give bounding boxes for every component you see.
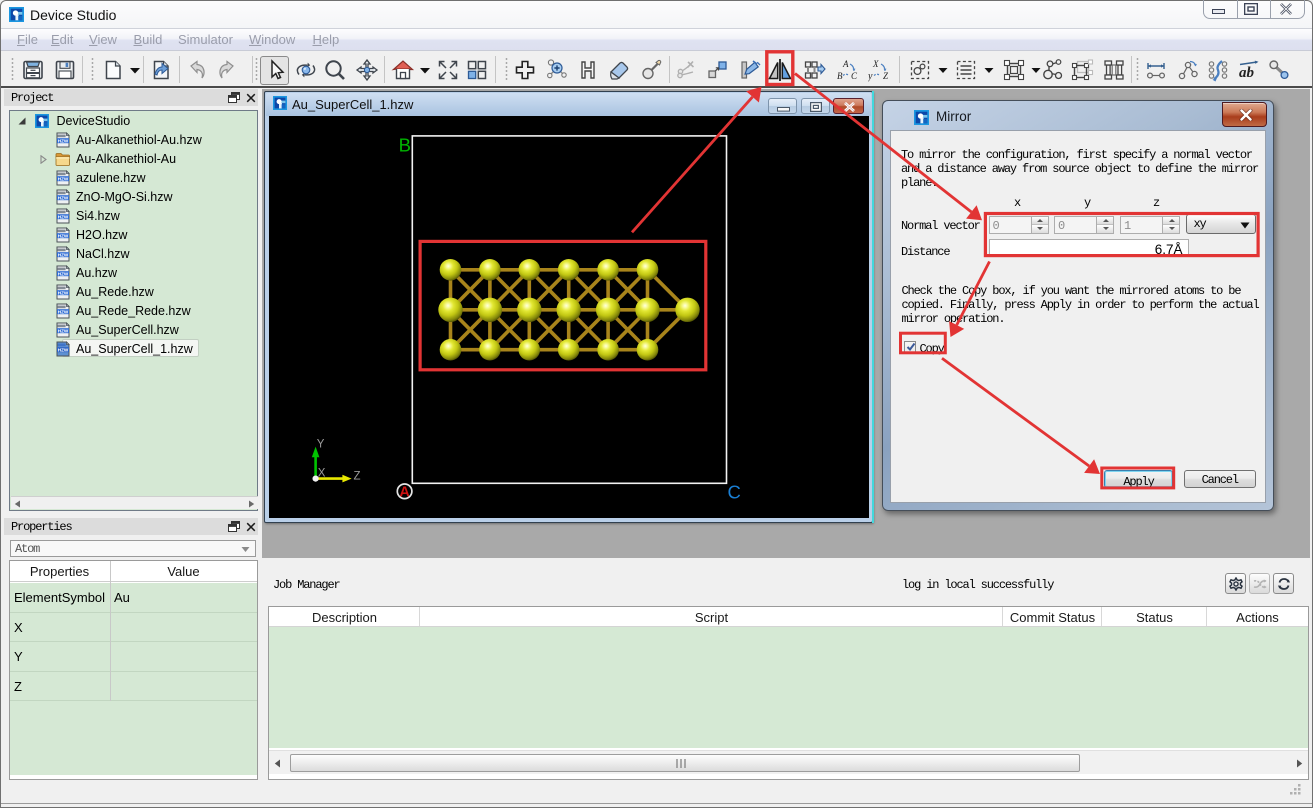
- svg-text:C: C: [851, 71, 858, 81]
- svg-text:HZW: HZW: [57, 138, 68, 143]
- svg-text:Y: Y: [317, 439, 325, 451]
- svg-text:C: C: [728, 482, 741, 503]
- svg-text:HZW: HZW: [57, 309, 68, 314]
- svg-text:y: y: [868, 71, 873, 82]
- svg-text:HZW: HZW: [57, 233, 68, 238]
- svg-text:B: B: [399, 134, 411, 155]
- svg-text:X: X: [872, 59, 879, 69]
- svg-text:HZW: HZW: [57, 214, 68, 219]
- svg-text:HZW: HZW: [57, 290, 68, 295]
- svg-text:HZW: HZW: [57, 271, 68, 276]
- svg-text:Z: Z: [354, 471, 361, 483]
- svg-text:A: A: [842, 59, 849, 69]
- svg-text:B: B: [837, 71, 843, 81]
- svg-text:Z: Z: [883, 71, 889, 81]
- svg-text:HZW: HZW: [57, 328, 68, 333]
- svg-text:HZW: HZW: [57, 176, 68, 181]
- svg-text:HZW: HZW: [57, 195, 68, 200]
- svg-text:HZW: HZW: [57, 347, 68, 352]
- svg-text:HZW: HZW: [57, 252, 68, 257]
- svg-text:ab: ab: [1239, 65, 1255, 81]
- svg-text:X: X: [318, 467, 326, 479]
